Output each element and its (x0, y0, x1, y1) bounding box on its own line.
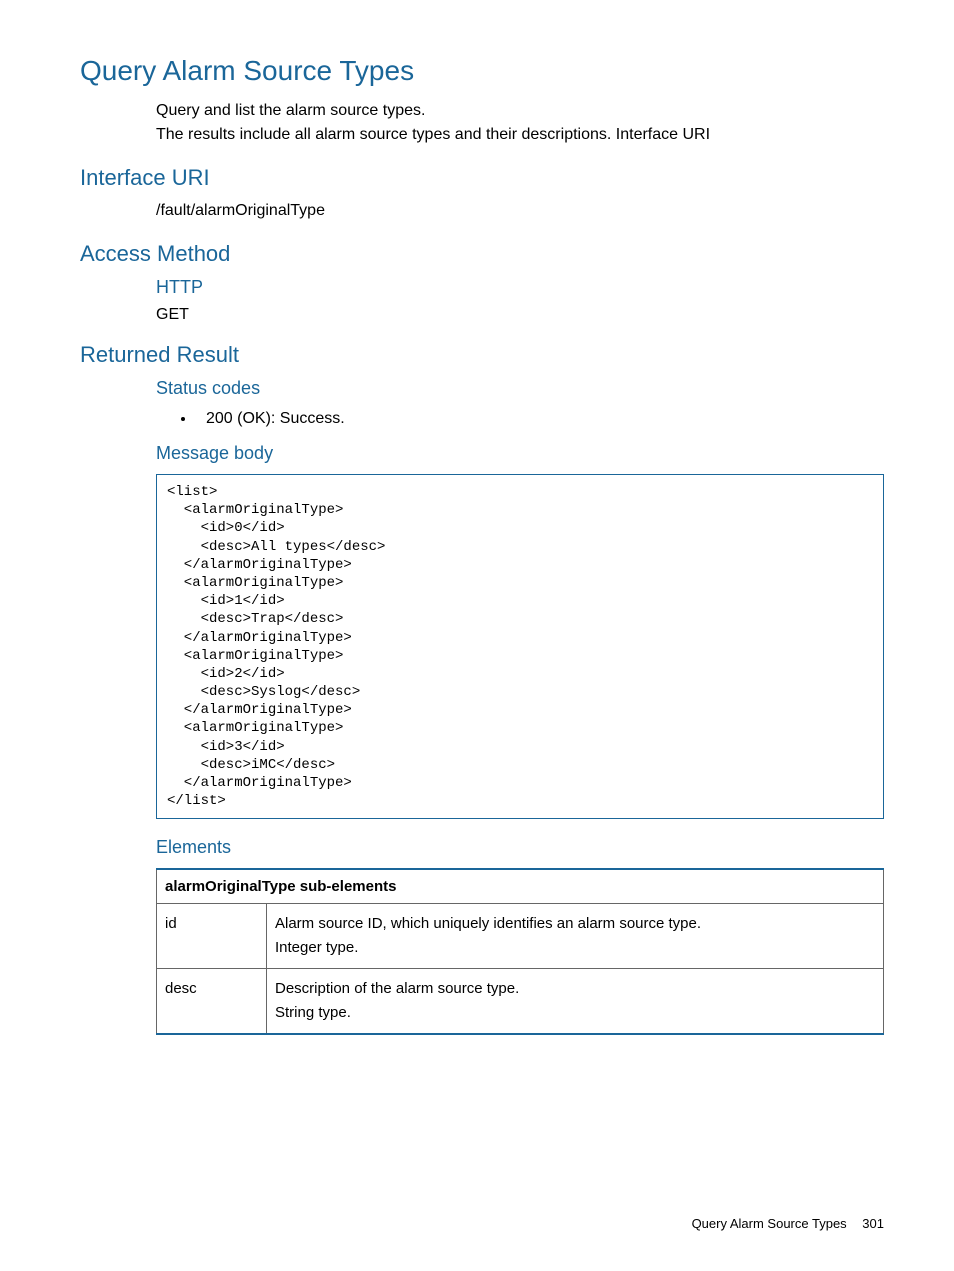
footer-separator (853, 1216, 857, 1231)
table-row: desc Description of the alarm source typ… (157, 969, 884, 1035)
status-code-item: 200 (OK): Success. (196, 407, 884, 431)
page-footer: Query Alarm Source Types 301 (692, 1216, 884, 1231)
intro-line-2: The results include all alarm source typ… (156, 123, 884, 147)
table-cell-desc: Alarm source ID, which uniquely identifi… (267, 904, 884, 969)
table-cell-name: id (157, 904, 267, 969)
table-cell-desc: Description of the alarm source type. St… (267, 969, 884, 1035)
heading-interface-uri: Interface URI (80, 165, 884, 191)
table-row: id Alarm source ID, which uniquely ident… (157, 904, 884, 969)
desc-line: Integer type. (275, 939, 358, 956)
footer-page-number: 301 (862, 1216, 884, 1231)
table-header: alarmOriginalType sub-elements (157, 869, 884, 904)
desc-line: Alarm source ID, which uniquely identifi… (275, 915, 701, 932)
status-codes-list: 200 (OK): Success. (156, 407, 884, 431)
heading-http: HTTP (156, 277, 884, 298)
heading-status-codes: Status codes (156, 378, 884, 399)
table-cell-name: desc (157, 969, 267, 1035)
table-header-row: alarmOriginalType sub-elements (157, 869, 884, 904)
desc-line: Description of the alarm source type. (275, 980, 519, 997)
heading-message-body: Message body (156, 443, 884, 464)
message-body-code: <list> <alarmOriginalType> <id>0</id> <d… (156, 474, 884, 819)
heading-access-method: Access Method (80, 241, 884, 267)
heading-returned-result: Returned Result (80, 342, 884, 368)
desc-line: String type. (275, 1004, 351, 1021)
page-title: Query Alarm Source Types (80, 55, 884, 87)
elements-table: alarmOriginalType sub-elements id Alarm … (156, 868, 884, 1035)
heading-elements: Elements (156, 837, 884, 858)
intro-line-1: Query and list the alarm source types. (156, 99, 884, 123)
footer-title: Query Alarm Source Types (692, 1216, 847, 1231)
interface-uri-value: /fault/alarmOriginalType (80, 199, 884, 223)
intro-block: Query and list the alarm source types. T… (80, 99, 884, 147)
http-method: GET (156, 306, 884, 324)
